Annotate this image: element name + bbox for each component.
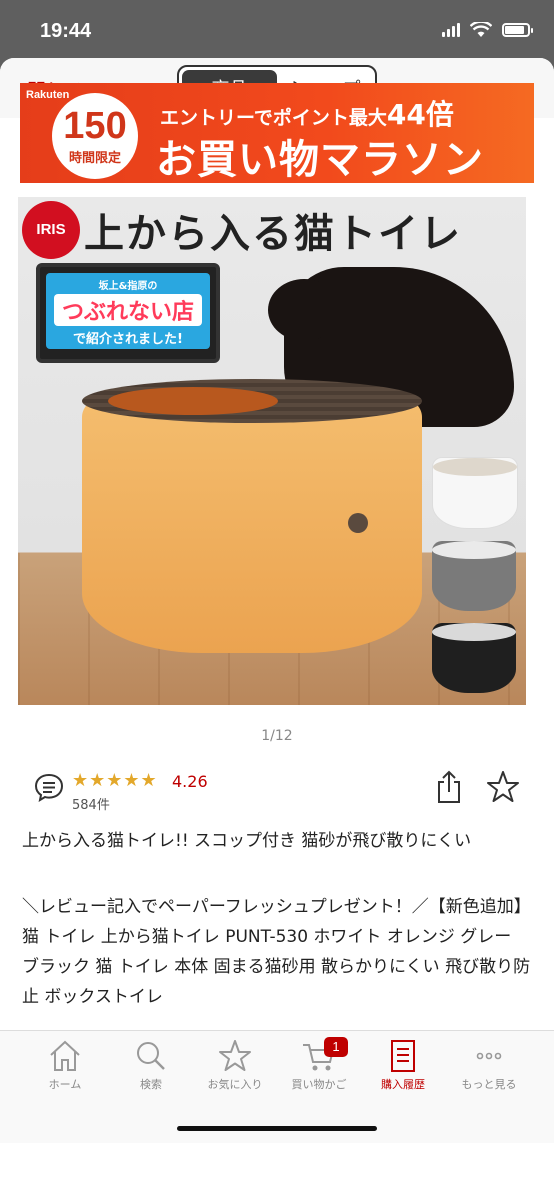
tab-cart[interactable]: 1 買い物かご [276, 1037, 362, 1092]
review-count[interactable]: 584件 [72, 794, 110, 813]
tv-line1: 坂上&指原の [98, 281, 158, 292]
white-variant [432, 457, 518, 529]
cellular-signal-icon [442, 23, 460, 37]
image-title: 上から入る猫トイレ [84, 211, 462, 257]
star-icon [219, 1040, 251, 1071]
tv-feature-badge: 坂上&指原の つぶれない店 で紹介されました! [36, 263, 220, 363]
tab-favorites[interactable]: お気に入り [192, 1039, 278, 1092]
image-pager: 1/12 [261, 728, 293, 744]
tab-purchase-history-label: 購入履歴 [381, 1078, 425, 1091]
product-description: ＼レビュー記入でペーパーフレッシュプレゼント！／【新色追加】猫 トイレ 上から猫… [22, 897, 531, 1007]
tab-cart-label: 買い物かご [291, 1078, 347, 1091]
black-variant [432, 623, 516, 693]
receipt-icon [391, 1040, 415, 1072]
wifi-icon [470, 22, 492, 37]
time-limited-badge: 150 時間限定 [52, 93, 138, 179]
share-icon[interactable] [436, 770, 462, 804]
tab-home[interactable]: ホーム [22, 1039, 108, 1092]
tab-more-label: もっと見る [461, 1078, 517, 1091]
status-bar: 19:44 [0, 0, 554, 58]
badge-number: 150 [63, 105, 127, 147]
iris-logo: IRIS [22, 201, 80, 259]
tab-home-label: ホーム [48, 1078, 82, 1091]
status-icons [442, 22, 533, 38]
search-icon [137, 1042, 165, 1070]
cart-count-badge: 1 [324, 1037, 348, 1057]
rating-stars: ★★★★★ [72, 770, 158, 791]
tab-more[interactable]: もっと見る [446, 1039, 532, 1092]
tab-search[interactable]: 検索 [108, 1039, 194, 1092]
marathon-banner[interactable]: Rakuten 150 時間限定 エントリーでポイント最大44倍 お買い物マラソ… [20, 83, 534, 183]
home-icon [50, 1040, 80, 1071]
status-time: 19:44 [40, 20, 92, 42]
rakuten-logo: Rakuten [26, 89, 70, 101]
tv-line2: つぶれない店 [54, 294, 202, 326]
rating-value: 4.26 [172, 772, 208, 791]
banner-entry-prefix: エントリーでポイント最大 [160, 107, 387, 129]
badge-subtext: 時間限定 [68, 151, 121, 166]
banner-title: お買い物マラソン [156, 137, 484, 183]
comment-icon[interactable] [34, 772, 64, 802]
tv-line3: で紹介されました! [73, 332, 183, 347]
tab-purchase-history[interactable]: 購入履歴 [360, 1039, 446, 1092]
orange-litter-box [82, 397, 422, 653]
gray-variant [432, 541, 516, 611]
tv-screen: 坂上&指原の つぶれない店 で紹介されました! [46, 273, 210, 349]
more-icon [476, 1052, 502, 1060]
litter-box-opening [108, 387, 278, 415]
bottom-tab-bar: ホーム 検索 お気に入り 1 買い物かご 購入履歴 もっと見る [0, 1030, 554, 1143]
product-title: 上から入る猫トイレ!! スコップ付き 猫砂が飛び散りにくい [22, 831, 472, 851]
home-indicator [177, 1126, 377, 1131]
favorite-star-icon[interactable] [486, 770, 520, 804]
cat-head [268, 279, 340, 341]
litter-box-handle [348, 513, 368, 533]
review-row: ★★★★★ 4.26 584件 [34, 770, 534, 820]
product-image-carousel[interactable]: IRIS 上から入る猫トイレ 坂上&指原の つぶれない店 で紹介されました! [18, 197, 526, 705]
battery-icon [502, 23, 533, 37]
tab-search-label: 検索 [140, 1078, 162, 1091]
tab-favorites-label: お気に入り [207, 1078, 263, 1091]
